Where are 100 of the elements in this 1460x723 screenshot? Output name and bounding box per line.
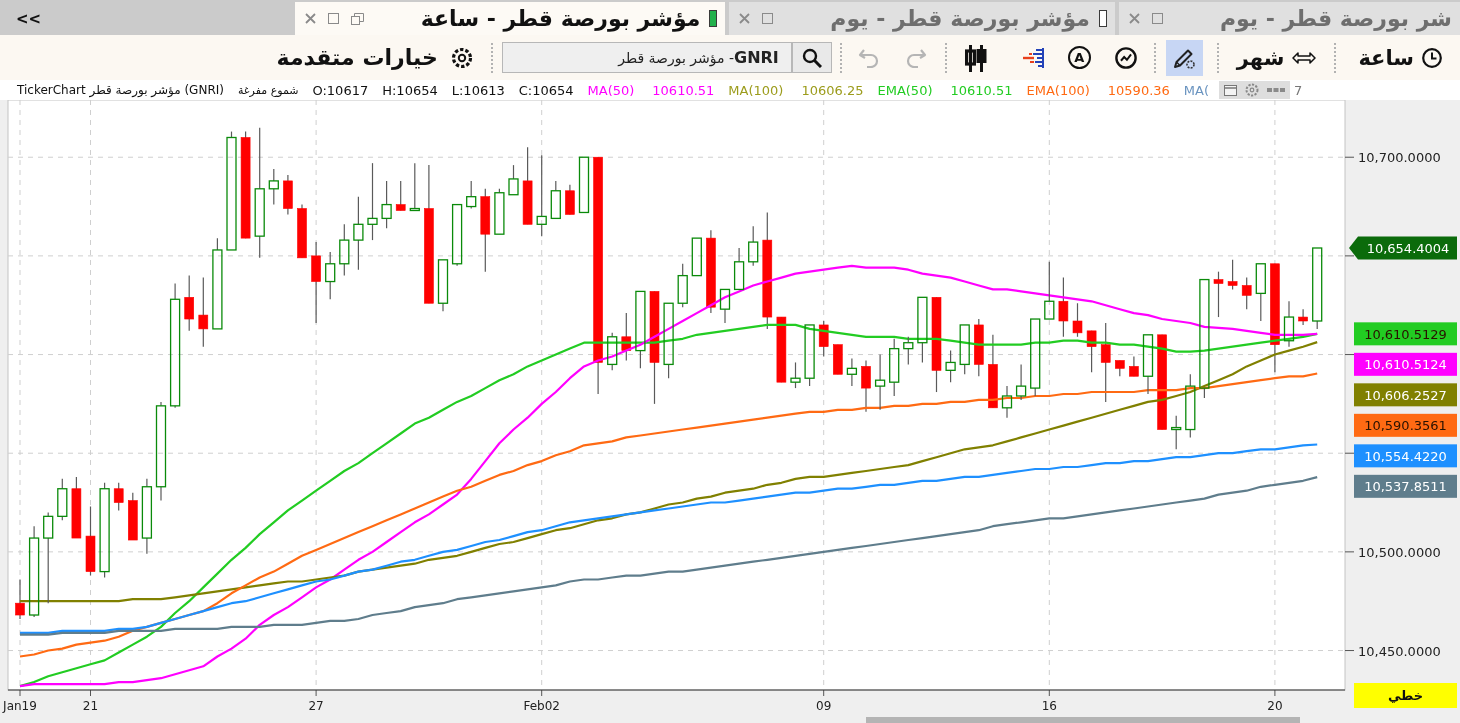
candlestick: [1185, 373, 1196, 439]
pencil-tool-button[interactable]: [1165, 39, 1203, 76]
candlestick: [508, 164, 519, 196]
candlestick: [1001, 385, 1013, 419]
period-button[interactable]: شهر: [1236, 39, 1317, 76]
candlestick: [395, 180, 406, 212]
indicator-value-label: 10,610.5124: [1354, 352, 1457, 376]
candlestick: [861, 359, 871, 413]
price-axis-label: 10,700.0000: [1358, 150, 1441, 166]
candlestick: [1129, 355, 1139, 377]
candlestick: [818, 320, 829, 358]
candlestick: [790, 361, 801, 389]
text-tool-button[interactable]: A: [1067, 46, 1091, 69]
grip-icon[interactable]: [1267, 87, 1285, 93]
chart-title: TickerChart مؤشر بورصة قطر (GNRI): [17, 83, 224, 97]
candlestick: [1255, 263, 1266, 322]
date-axis-label: Jan19: [3, 699, 37, 713]
indicator-name: MA(100): [728, 82, 784, 98]
candlestick: [339, 223, 350, 277]
date-axis-label: 21: [82, 699, 99, 713]
indicator-name: MA(: [1183, 82, 1209, 98]
candlestick: [874, 353, 886, 411]
candlestick: [677, 263, 688, 308]
candlestick: [128, 492, 138, 541]
candlestick: [1283, 300, 1295, 348]
price-axis-label: 10,450.0000: [1358, 643, 1441, 659]
ohlc-value: O:10617: [312, 82, 369, 98]
scale-mode-button[interactable]: خطي: [1354, 683, 1457, 708]
candlestick: [959, 324, 970, 375]
close-icon[interactable]: [739, 13, 751, 24]
candlestick: [113, 482, 124, 512]
restore-icon[interactable]: [350, 12, 364, 25]
candlestick: [268, 168, 279, 206]
ohlc-value: H:10654: [382, 82, 438, 98]
search-button[interactable]: [791, 42, 832, 73]
legend-cut-text: 7: [1294, 82, 1303, 98]
maximize-icon[interactable]: [327, 13, 339, 24]
candlestick: [833, 344, 843, 375]
candlestick: [1213, 271, 1224, 318]
indicator-value-label: 10,606.2527: [1354, 383, 1457, 407]
candlestick: [1086, 330, 1097, 373]
candlestick: [719, 288, 731, 324]
search-icon: [801, 47, 822, 68]
candlestick: [1241, 277, 1252, 310]
window-icon[interactable]: [1224, 84, 1237, 96]
candlestick: [85, 505, 96, 577]
candlestick: [1171, 415, 1182, 450]
indicator-value-label: 10,537.8511: [1354, 474, 1457, 498]
undo-icon: [857, 47, 880, 68]
close-icon[interactable]: [1128, 13, 1140, 24]
advanced-options-button[interactable]: خيارات متقدمة: [276, 39, 473, 76]
indicator-name: EMA(100): [1026, 82, 1090, 98]
candlestick: [846, 357, 858, 387]
indicator-value-label: 10,554.4220: [1354, 444, 1457, 468]
clock-icon: [1422, 47, 1442, 68]
date-axis-label: 27: [308, 699, 324, 713]
indicator-value: 10606.25: [801, 82, 864, 98]
date-axis-label: 09: [816, 699, 832, 713]
candlestick: [1072, 302, 1083, 338]
tab[interactable]: مؤشر بورصة قطر - ساعة: [294, 2, 726, 35]
candlestick: [57, 478, 68, 521]
maximize-icon[interactable]: [1151, 13, 1163, 24]
indicator-value: 10610.51: [652, 82, 715, 98]
double-arrow-icon: [1292, 51, 1317, 64]
candlestick: [1044, 261, 1055, 320]
candlestick: [804, 324, 815, 387]
candlestick: [1298, 308, 1308, 326]
candlestick: [621, 312, 632, 362]
tab[interactable]: شر بورصة قطر - يوم: [1118, 2, 1460, 35]
candlestick: [1142, 334, 1154, 395]
indicator-value: 10590.36: [1107, 82, 1170, 98]
candlestick: [578, 156, 590, 214]
interval-button[interactable]: ساعة: [1358, 39, 1442, 76]
gear-icon[interactable]: [1245, 83, 1259, 97]
candlestick: [1227, 259, 1238, 291]
candlestick: [607, 332, 618, 371]
indicator-name: MA(50): [587, 82, 635, 98]
candlestick: [945, 350, 956, 383]
price-axis-label: 10,500.0000: [1358, 544, 1441, 560]
candlestick: [494, 188, 505, 235]
candlestick: [748, 225, 759, 267]
tab-overflow-button[interactable]: <<: [8, 3, 50, 34]
candlestick: [381, 180, 392, 229]
candlestick: [283, 174, 293, 216]
candlestick: [550, 180, 561, 220]
candlestick: [15, 578, 25, 620]
tab[interactable]: مؤشر بورصة قطر - يوم: [729, 2, 1115, 35]
candlestick: [776, 316, 787, 383]
maximize-icon[interactable]: [762, 13, 774, 24]
redo-icon: [904, 47, 927, 68]
candlestick: [1015, 363, 1027, 401]
candlestick: [1115, 359, 1125, 377]
indicator-value-label: 10,610.5129: [1354, 322, 1457, 346]
candlestick: [466, 180, 477, 210]
candlestick: [1058, 277, 1069, 338]
candlestick: [974, 318, 984, 377]
candlestick: [297, 204, 307, 259]
candlestick: [409, 162, 420, 212]
scrollbar-thumb[interactable]: [866, 717, 1300, 723]
close-icon[interactable]: [304, 13, 316, 24]
